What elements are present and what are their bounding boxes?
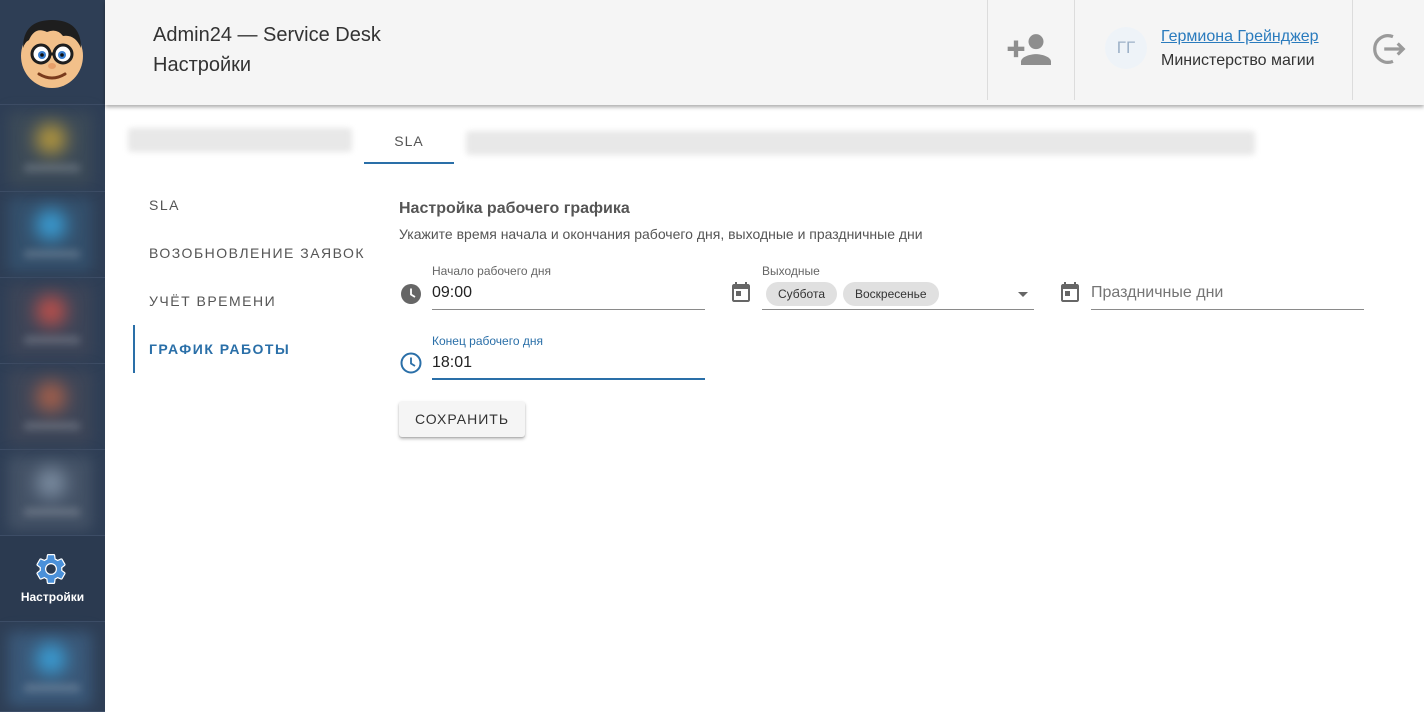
section-title: Настройка рабочего графика — [399, 200, 630, 217]
end-time-label: Конец рабочего дня — [432, 334, 543, 348]
user-block: ГГ Гермиона Грейнджер Министерство магии — [1075, 0, 1353, 100]
start-time-label: Начало рабочего дня — [432, 264, 551, 278]
end-time-field[interactable]: Конец рабочего дня 18:01 — [432, 334, 705, 380]
tab-sla[interactable]: SLA — [364, 124, 454, 164]
logout-icon — [1373, 34, 1406, 64]
subnav-item-sla[interactable]: SLA — [133, 181, 363, 229]
app-title: Admin24 — Service Desk — [153, 24, 381, 46]
gear-icon — [36, 553, 66, 584]
sidebar-item-label: Настройки — [20, 590, 85, 604]
user-name-link[interactable]: Гермиона Грейнджер — [1161, 28, 1319, 46]
clock-outline-icon — [400, 352, 422, 374]
subnav-item-ticket-reopen[interactable]: Возобновление заявок — [133, 229, 364, 277]
header: Admin24 — Service Desk Настройки ГГ Герм… — [105, 0, 1424, 105]
sidebar-item-blurred[interactable] — [0, 364, 105, 450]
add-user-button[interactable] — [988, 0, 1075, 100]
calendar-icon — [732, 282, 750, 302]
dropdown-arrow-icon[interactable] — [1018, 292, 1028, 297]
subnav-item-work-schedule[interactable]: График работы — [133, 325, 363, 373]
calendar-icon — [1061, 282, 1079, 302]
sidebar-item-blurred[interactable] — [0, 192, 105, 278]
user-organization: Министерство магии — [1161, 52, 1315, 69]
weekend-chip-sunday[interactable]: Воскресенье — [843, 282, 939, 306]
avatar[interactable]: ГГ — [1105, 27, 1147, 69]
sidebar-item-blurred[interactable] — [0, 626, 105, 712]
logout-button[interactable] — [1353, 0, 1424, 100]
section-subtitle: Укажите время начала и окончания рабочег… — [399, 226, 923, 242]
start-time-value[interactable]: 09:00 — [432, 284, 472, 302]
clock-filled-icon — [401, 284, 421, 304]
start-time-field[interactable]: Начало рабочего дня 09:00 — [432, 264, 705, 310]
sidebar-item-blurred[interactable] — [0, 450, 105, 536]
save-button[interactable]: СОХРАНИТЬ — [399, 401, 525, 437]
subnav-item-time-tracking[interactable]: Учёт времени — [133, 277, 363, 325]
holidays-field[interactable]: Праздничные дни — [1091, 266, 1364, 310]
sidebar-item-blurred[interactable] — [0, 278, 105, 364]
mascot-logo-icon — [21, 20, 83, 88]
page-title: Настройки — [153, 54, 252, 76]
weekends-label: Выходные — [762, 264, 820, 278]
tab-blurred[interactable] — [466, 131, 1255, 155]
logo[interactable] — [0, 0, 105, 105]
weekends-select[interactable]: Выходные Суббота Воскресенье — [762, 264, 1034, 310]
sidebar-item-blurred[interactable] — [0, 106, 105, 192]
tab-blurred[interactable] — [128, 128, 352, 152]
sidebar-item-settings[interactable]: Настройки — [0, 535, 105, 622]
holidays-placeholder: Праздничные дни — [1091, 284, 1224, 301]
person-add-icon — [1007, 34, 1051, 65]
sidebar: Настройки — [0, 0, 105, 712]
end-time-value[interactable]: 18:01 — [432, 354, 472, 372]
weekend-chip-saturday[interactable]: Суббота — [766, 282, 837, 306]
